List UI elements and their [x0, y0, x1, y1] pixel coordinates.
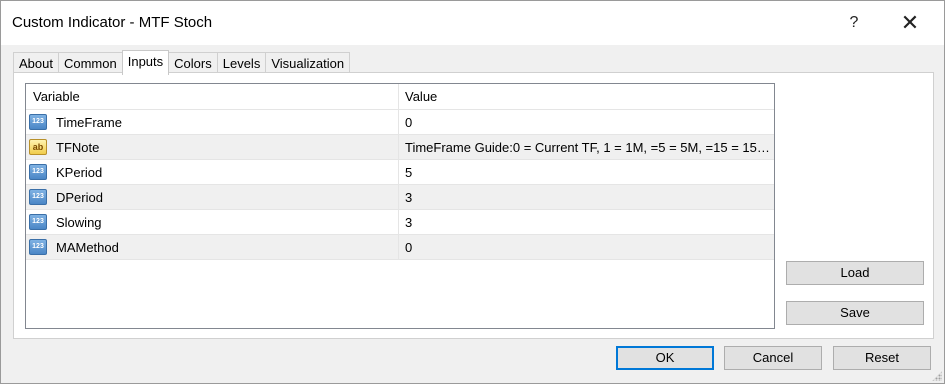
variable-value[interactable]: 3 — [399, 210, 774, 234]
tab-common[interactable]: Common — [57, 52, 123, 74]
tab-bar: About Common Inputs Colors Levels Visual… — [13, 50, 351, 75]
grid-header: Variable Value — [26, 84, 774, 110]
dialog-window: Custom Indicator - MTF Stoch ? ✕ About C… — [0, 0, 945, 384]
close-icon: ✕ — [900, 10, 920, 35]
tab-levels[interactable]: Levels — [216, 52, 267, 74]
number-type-icon: 123 — [29, 189, 47, 205]
variable-name: KPeriod — [56, 164, 103, 180]
number-type-icon: 123 — [29, 214, 47, 230]
inputs-grid: Variable Value 123 TimeFrame 0 ab TFNote… — [25, 83, 775, 329]
reset-button[interactable]: Reset — [833, 346, 931, 370]
number-type-icon: 123 — [29, 164, 47, 180]
tab-colors[interactable]: Colors — [168, 52, 218, 74]
load-button[interactable]: Load — [786, 261, 924, 285]
inputs-panel: Variable Value 123 TimeFrame 0 ab TFNote… — [13, 72, 934, 339]
variable-name: MAMethod — [56, 239, 119, 255]
table-row[interactable]: 123 Slowing 3 — [26, 210, 774, 235]
variable-value[interactable]: 0 — [399, 235, 774, 259]
cancel-button[interactable]: Cancel — [724, 346, 822, 370]
close-button[interactable]: ✕ — [887, 1, 933, 45]
variable-name: Slowing — [56, 214, 102, 230]
window-title: Custom Indicator - MTF Stoch — [12, 14, 213, 31]
number-type-icon: 123 — [29, 114, 47, 130]
string-type-icon: ab — [29, 139, 47, 155]
help-button[interactable]: ? — [831, 1, 877, 45]
variable-column-header[interactable]: Variable — [26, 84, 399, 109]
title-bar: Custom Indicator - MTF Stoch ? ✕ — [1, 1, 944, 45]
table-row[interactable]: 123 MAMethod 0 — [26, 235, 774, 260]
table-row[interactable]: 123 DPeriod 3 — [26, 185, 774, 210]
tab-visualization[interactable]: Visualization — [265, 52, 351, 74]
table-row[interactable]: ab TFNote TimeFrame Guide:0 = Current TF… — [26, 135, 774, 160]
table-row[interactable]: 123 TimeFrame 0 — [26, 110, 774, 135]
tab-inputs[interactable]: Inputs — [121, 50, 170, 75]
variable-value[interactable]: 3 — [399, 185, 774, 209]
ok-button[interactable]: OK — [616, 346, 714, 370]
value-column-header[interactable]: Value — [399, 84, 774, 109]
table-row[interactable]: 123 KPeriod 5 — [26, 160, 774, 185]
variable-name: DPeriod — [56, 189, 103, 205]
resize-grip-icon[interactable] — [932, 371, 942, 381]
save-button[interactable]: Save — [786, 301, 924, 325]
variable-name: TimeFrame — [56, 114, 122, 130]
number-type-icon: 123 — [29, 239, 47, 255]
tab-about[interactable]: About — [13, 52, 59, 74]
variable-value[interactable]: 0 — [399, 110, 774, 134]
variable-value[interactable]: TimeFrame Guide:0 = Current TF, 1 = 1M, … — [399, 135, 774, 159]
variable-value[interactable]: 5 — [399, 160, 774, 184]
variable-name: TFNote — [56, 139, 100, 155]
